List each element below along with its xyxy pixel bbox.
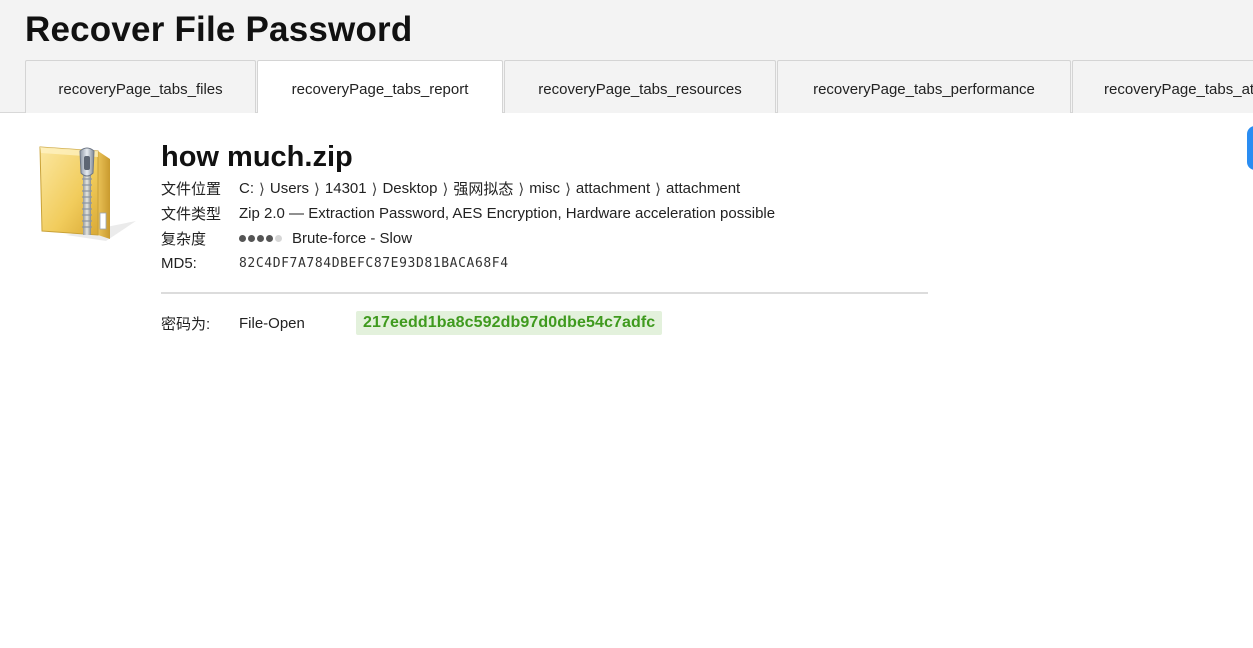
- path-separator-icon: ⟩: [442, 180, 449, 198]
- type-label: 文件类型: [161, 206, 222, 223]
- path-separator-icon: ⟩: [371, 180, 378, 198]
- header-bar: Recover File Password recoveryPage_tabs_…: [0, 0, 1253, 113]
- tab-files[interactable]: recoveryPage_tabs_files: [25, 60, 256, 113]
- complexity-text: Brute-force - Slow: [292, 230, 413, 247]
- tab-strip: recoveryPage_tabs_files recoveryPage_tab…: [25, 60, 1253, 113]
- zip-folder-icon: [36, 143, 138, 243]
- path-segment: C:: [239, 180, 254, 197]
- path-segment: Desktop: [382, 180, 438, 197]
- md5-row: MD5: 82C4DF7A784DBEFC87E93D81BACA68F4: [161, 251, 961, 276]
- path-separator-icon: ⟩: [565, 180, 571, 198]
- complexity-indicator: [239, 235, 284, 242]
- path-separator-icon: ⟩: [518, 180, 525, 198]
- md5-label: MD5:: [161, 255, 197, 272]
- type-value: Zip 2.0 — Extraction Password, AES Encry…: [239, 205, 776, 222]
- side-action-button[interactable]: [1247, 126, 1253, 170]
- tab-attack[interactable]: recoveryPage_tabs_at: [1072, 60, 1253, 113]
- file-name: how much.zip: [161, 141, 353, 173]
- complexity-label: 复杂度: [161, 231, 207, 248]
- path-separator-icon: ⟩: [655, 180, 661, 198]
- complexity-dot: [257, 235, 264, 242]
- complexity-row: 复杂度 Brute-force - Slow: [161, 226, 961, 251]
- password-value[interactable]: 217eedd1ba8c592db97d0dbe54c7adfc: [356, 311, 663, 335]
- path-segment: 强网拟态: [453, 181, 514, 198]
- page-title: Recover File Password: [25, 10, 413, 49]
- path-segment: attachment: [575, 180, 651, 197]
- password-label: 密码为:: [161, 315, 211, 333]
- location-path: C: ⟩ Users ⟩ 14301 ⟩ Desktop ⟩ 强网拟态 ⟩ misc ⟩ attachm…: [239, 178, 740, 199]
- path-segment: attachment: [666, 180, 741, 197]
- complexity-dot: [266, 235, 273, 242]
- path-separator-icon: ⟩: [259, 180, 265, 198]
- location-row: 文件位置 C: ⟩ Users ⟩ 14301 ⟩ Desktop ⟩ 强网拟态 ⟩ misc ⟩ at…: [161, 176, 961, 201]
- complexity-dot: [248, 235, 255, 242]
- type-row: 文件类型 Zip 2.0 — Extraction Password, AES …: [161, 201, 961, 226]
- complexity-dot: [275, 235, 282, 242]
- path-separator-icon: ⟩: [314, 180, 320, 198]
- tab-resources[interactable]: recoveryPage_tabs_resources: [504, 60, 776, 113]
- file-report: how much.zip 文件位置 C: ⟩ Users ⟩ 14301 ⟩ Desktop…: [161, 140, 961, 336]
- tab-performance[interactable]: recoveryPage_tabs_performance: [777, 60, 1071, 113]
- path-segment: 14301: [324, 180, 367, 197]
- md5-value: 82C4DF7A784DBEFC87E93D81BACA68F4: [239, 256, 509, 271]
- password-row: 密码为: File-Open 217eedd1ba8c592db97d0dbe5…: [161, 310, 961, 336]
- complexity-dot: [239, 235, 246, 242]
- password-type: File-Open: [239, 314, 305, 332]
- path-segment: misc: [529, 180, 561, 197]
- path-segment: Users: [269, 180, 310, 197]
- location-label: 文件位置: [161, 181, 222, 198]
- tab-report[interactable]: recoveryPage_tabs_report: [257, 60, 503, 113]
- divider: [161, 292, 928, 294]
